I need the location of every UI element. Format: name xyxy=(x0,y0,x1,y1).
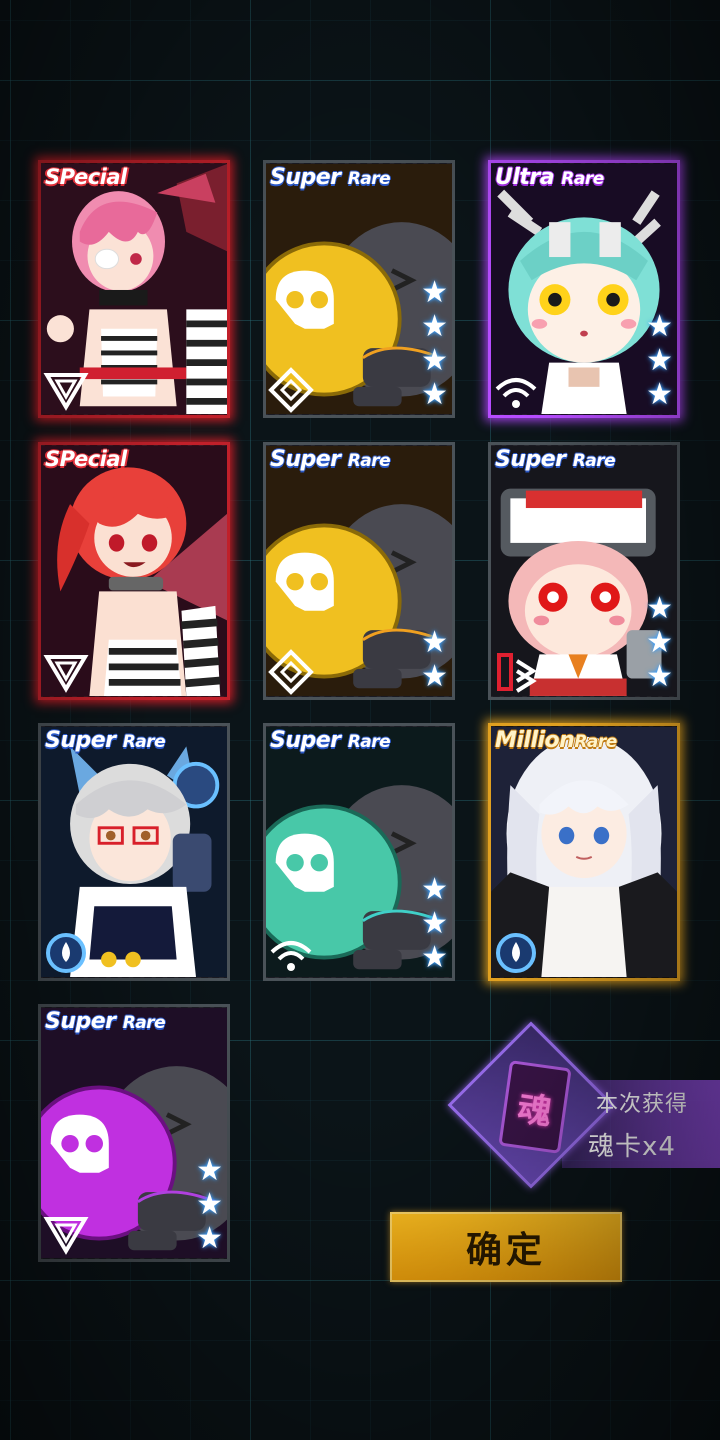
card-9[interactable]: MillionRare xyxy=(488,723,680,981)
rarity-main-text: Super xyxy=(270,728,341,753)
soul-card-icon: 魂 xyxy=(498,1060,572,1154)
card-2[interactable]: Super Rare ★ ★ ★ ★ xyxy=(263,160,455,418)
rarity-main-text: Super xyxy=(45,1009,116,1034)
card-6[interactable]: Super Rare ★ ★ ★ xyxy=(488,442,680,700)
rarity-main-text: Super xyxy=(45,728,116,753)
star-icon: ★ xyxy=(421,872,448,907)
star-icon: ★ xyxy=(421,940,448,975)
star-icon: ★ xyxy=(646,591,673,626)
rarity-sub-text: Rare xyxy=(561,169,604,189)
rarity-sub-text: Rare xyxy=(347,451,391,471)
drop-class-icon xyxy=(496,933,536,973)
rarity-main-text: Ultra xyxy=(495,165,555,190)
rarity-sub-text: Rare xyxy=(347,169,391,189)
star-rating: ★ ★ ★ xyxy=(646,593,673,693)
rarity-label: Super Rare xyxy=(270,447,391,472)
card-8[interactable]: Super Rare ★ ★ ★ xyxy=(263,723,455,981)
star-icon: ★ xyxy=(646,625,673,660)
tower-class-icon xyxy=(497,653,537,693)
rarity-label: SPecial xyxy=(45,165,127,189)
triangle-class-icon xyxy=(43,655,89,693)
card-5[interactable]: Super Rare ★ ★ xyxy=(263,442,455,700)
star-icon: ★ xyxy=(421,275,448,310)
diamond-class-icon xyxy=(268,367,314,413)
signal-class-icon xyxy=(270,941,312,971)
rarity-label: Super Rare xyxy=(270,165,391,190)
star-icon: ★ xyxy=(646,343,673,378)
rarity-main-text: Million xyxy=(495,728,575,753)
rarity-sub-text: Rare xyxy=(574,732,617,752)
rarity-sub-text: Rare xyxy=(122,732,166,752)
rarity-sub-text: Rare xyxy=(122,1013,166,1033)
drop-class-icon xyxy=(46,933,86,973)
card-7[interactable]: Super Rare xyxy=(38,723,230,981)
soul-card-char: 魂 xyxy=(514,1088,555,1133)
soul-reward-obtained-label: 本次获得 xyxy=(596,1092,689,1117)
star-rating: ★ ★ ★ xyxy=(646,311,673,411)
star-icon: ★ xyxy=(421,906,448,941)
star-icon: ★ xyxy=(421,343,448,378)
rarity-label: MillionRare xyxy=(495,728,617,753)
star-icon: ★ xyxy=(646,377,673,412)
star-icon: ★ xyxy=(196,1153,223,1188)
soul-reward-panel: 魂 本次获得 魂卡x4 xyxy=(447,1021,720,1189)
rarity-main-text: Super xyxy=(270,447,341,472)
rarity-sub-text: Rare xyxy=(347,732,391,752)
confirm-button[interactable]: 确定 xyxy=(390,1212,622,1282)
card-3[interactable]: Ultra Rare ★ ★ ★ xyxy=(488,160,680,418)
card-1[interactable]: SPecial xyxy=(38,160,230,418)
rarity-main-text: SPecial xyxy=(45,165,127,189)
triangle-class-icon xyxy=(43,373,89,411)
rarity-label: Ultra Rare xyxy=(495,165,604,190)
star-rating: ★ ★ ★ xyxy=(196,1155,223,1255)
triangle-class-icon xyxy=(43,1217,89,1255)
signal-class-icon xyxy=(495,378,537,408)
rarity-main-text: Super xyxy=(270,165,341,190)
rarity-label: Super Rare xyxy=(45,1009,166,1034)
star-rating: ★ ★ xyxy=(421,627,448,693)
star-icon: ★ xyxy=(196,1221,223,1256)
star-icon: ★ xyxy=(421,659,448,694)
star-icon: ★ xyxy=(421,625,448,660)
star-icon: ★ xyxy=(421,377,448,412)
diamond-class-icon xyxy=(268,649,314,695)
rarity-label: Super Rare xyxy=(45,728,166,753)
star-icon: ★ xyxy=(646,659,673,694)
rarity-label: Super Rare xyxy=(495,447,616,472)
star-icon: ★ xyxy=(421,309,448,344)
card-10[interactable]: Super Rare ★ ★ ★ xyxy=(38,1004,230,1262)
star-icon: ★ xyxy=(196,1187,223,1222)
star-rating: ★ ★ ★ xyxy=(421,874,448,974)
rarity-sub-text: Rare xyxy=(572,451,616,471)
soul-reward-count: 魂卡x4 xyxy=(588,1132,676,1162)
star-rating: ★ ★ ★ ★ xyxy=(421,277,448,411)
card-4[interactable]: SPecial xyxy=(38,442,230,700)
rarity-label: SPecial xyxy=(45,447,127,471)
rarity-main-text: SPecial xyxy=(45,447,127,471)
star-icon: ★ xyxy=(646,309,673,344)
rarity-main-text: Super xyxy=(495,447,566,472)
rarity-label: Super Rare xyxy=(270,728,391,753)
